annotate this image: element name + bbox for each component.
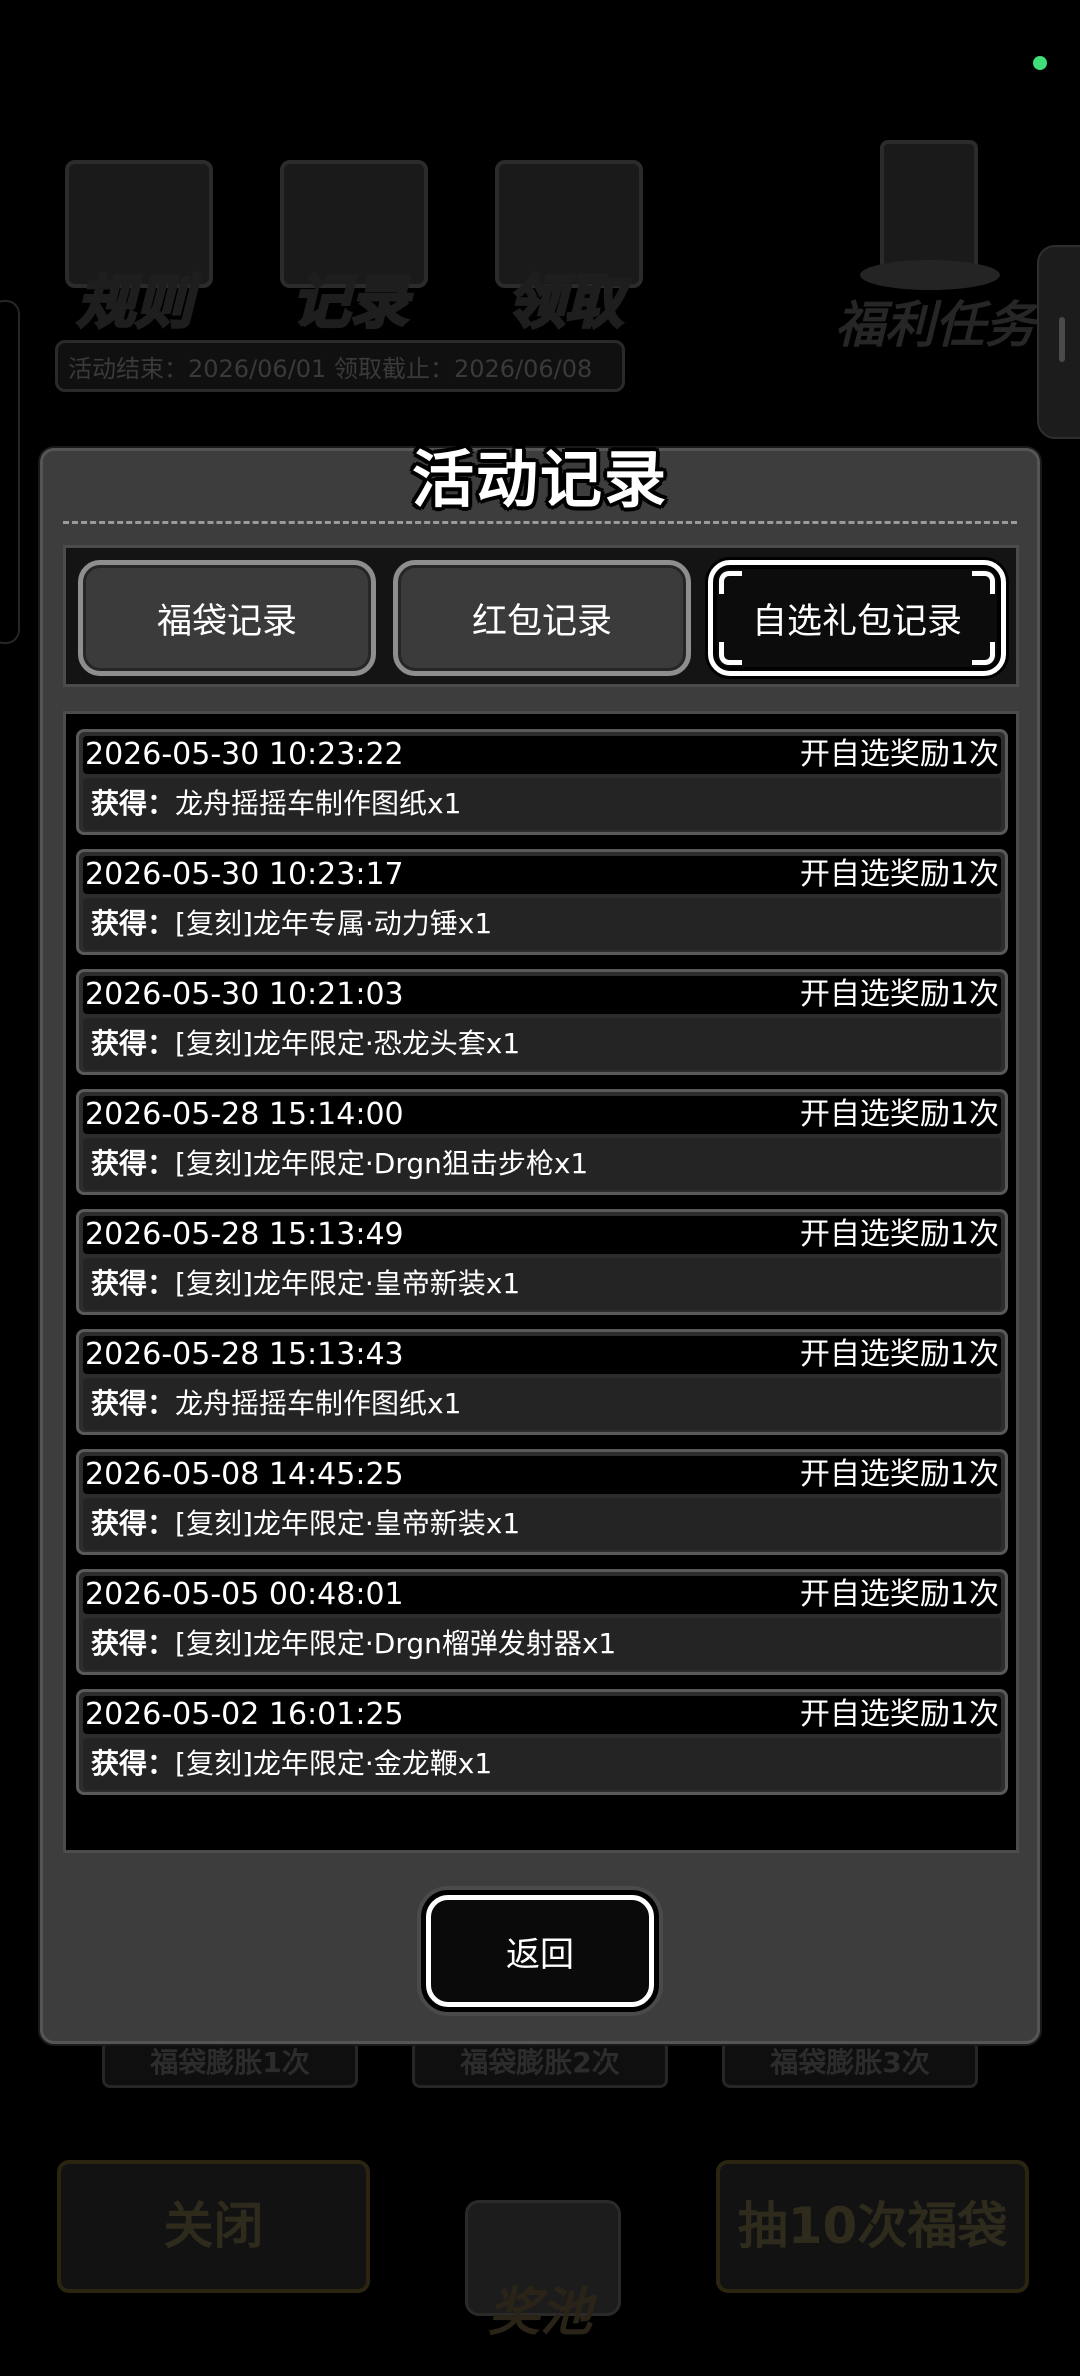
record-type: 开自选奖励1次 [799,977,999,1012]
left-edge-panel [0,300,20,644]
obtained-label: 获得： [91,1027,176,1060]
record-time: 2026-05-30 10:23:17 [85,857,404,892]
record-time: 2026-05-05 00:48:01 [85,1577,404,1612]
rules-label: 规则 [75,267,194,338]
claim-button: 领取 [480,150,650,340]
record-reward: 获得：[复刻]龙年专属·动力锤x1 [91,900,492,948]
title-divider [63,521,1017,524]
corner-bracket-icon [719,642,742,665]
claim-label: 领取 [505,267,624,338]
record-reward: 获得：龙舟摇摇车制作图纸x1 [91,1380,461,1428]
prize-pool-label: 奖池 [487,2283,592,2343]
record-time: 2026-05-28 15:13:49 [85,1217,404,1252]
back-label: 返回 [506,1934,574,1975]
record-reward: 获得：[复刻]龙年限定·皇帝新装x1 [91,1500,520,1548]
modal-title: 活动记录 [411,443,668,516]
event-dates: 活动结束：2026/06/01 领取截止：2026/06/08 [55,340,625,392]
record-type: 开自选奖励1次 [799,1457,999,1492]
corner-bracket-icon [972,571,995,594]
reward-item: [复刻]龙年专属·动力锤x1 [175,907,493,940]
grip-icon [1059,317,1065,362]
record-reward: 获得：[复刻]龙年限定·Drgn狙击步枪x1 [91,1140,588,1188]
tab-label: 红包记录 [471,601,612,642]
expand-chip-2: 福袋膨胀2次 [412,2040,668,2088]
expand-chip-1: 福袋膨胀1次 [102,2040,358,2088]
record-type: 开自选奖励1次 [799,857,999,892]
record-row: 2026-05-30 10:21:03 开自选奖励1次 获得：[复刻]龙年限定·… [76,969,1008,1075]
record-time: 2026-05-30 10:21:03 [85,977,404,1012]
record-row: 2026-05-28 15:14:00 开自选奖励1次 获得：[复刻]龙年限定·… [76,1089,1008,1195]
record-reward: 获得：[复刻]龙年限定·金龙鞭x1 [91,1740,492,1788]
record-reward: 获得：[复刻]龙年限定·Drgn榴弹发射器x1 [91,1620,616,1668]
rules-button: 规则 [50,150,220,340]
record-time: 2026-05-28 15:13:43 [85,1337,404,1372]
record-tabs: 福袋记录 红包记录 自选礼包记录 [63,545,1019,687]
record-row: 2026-05-05 00:48:01 开自选奖励1次 获得：[复刻]龙年限定·… [76,1569,1008,1675]
record-row: 2026-05-30 10:23:22 开自选奖励1次 获得：龙舟摇摇车制作图纸… [76,729,1008,835]
draw-10-button: 抽10次福袋 [716,2160,1029,2293]
record-time: 2026-05-08 14:45:25 [85,1457,404,1492]
reward-item: [复刻]龙年限定·皇帝新装x1 [175,1267,521,1300]
welfare-task-button: 福利任务 [830,140,1035,360]
record-type: 开自选奖励1次 [799,1577,999,1612]
expand-chip-3: 福袋膨胀3次 [722,2040,978,2088]
reward-item: 龙舟摇摇车制作图纸x1 [175,1387,462,1420]
reward-item: [复刻]龙年限定·金龙鞭x1 [175,1747,493,1780]
record-type: 开自选奖励1次 [799,1337,999,1372]
target-scroll-icon [880,140,978,278]
tab-lucky-bag-records[interactable]: 福袋记录 [78,560,376,676]
tab-label: 福袋记录 [156,601,297,642]
records-button: 记录 [265,150,435,340]
obtained-label: 获得： [91,1147,176,1180]
reward-item: [复刻]龙年限定·Drgn榴弹发射器x1 [175,1627,617,1660]
record-type: 开自选奖励1次 [799,1697,999,1732]
record-row: 2026-05-28 15:13:49 开自选奖励1次 获得：[复刻]龙年限定·… [76,1209,1008,1315]
reward-item: [复刻]龙年限定·Drgn狙击步枪x1 [175,1147,589,1180]
record-list[interactable]: 2026-05-30 10:23:22 开自选奖励1次 获得：龙舟摇摇车制作图纸… [63,711,1019,1853]
tab-optional-gift-records[interactable]: 自选礼包记录 [708,560,1006,676]
reward-item: [复刻]龙年限定·恐龙头套x1 [175,1027,521,1060]
corner-bracket-icon [719,571,742,594]
close-button: 关闭 [57,2160,370,2293]
reward-item: [复刻]龙年限定·皇帝新装x1 [175,1507,521,1540]
status-indicator-dot [1033,56,1047,70]
obtained-label: 获得： [91,787,176,820]
record-time: 2026-05-02 16:01:25 [85,1697,404,1732]
obtained-label: 获得： [91,1627,176,1660]
tab-label: 自选礼包记录 [751,601,962,642]
obtained-label: 获得： [91,1507,176,1540]
record-row: 2026-05-30 10:23:17 开自选奖励1次 获得：[复刻]龙年专属·… [76,849,1008,955]
obtained-label: 获得： [91,1267,176,1300]
prize-pool-button: 奖池 [430,2140,650,2343]
records-label: 记录 [290,267,409,338]
record-row: 2026-05-08 14:45:25 开自选奖励1次 获得：[复刻]龙年限定·… [76,1449,1008,1555]
record-type: 开自选奖励1次 [799,1217,999,1252]
activity-records-modal: 活动记录 福袋记录 红包记录 自选礼包记录 2026-05-30 10:23:2… [40,443,1040,2044]
reward-item: 龙舟摇摇车制作图纸x1 [175,787,462,820]
record-reward: 获得：[复刻]龙年限定·皇帝新装x1 [91,1260,520,1308]
obtained-label: 获得： [91,1747,176,1780]
record-type: 开自选奖励1次 [799,737,999,772]
record-row: 2026-05-28 15:13:43 开自选奖励1次 获得：龙舟摇摇车制作图纸… [76,1329,1008,1435]
record-time: 2026-05-30 10:23:22 [85,737,404,772]
record-reward: 获得：龙舟摇摇车制作图纸x1 [91,780,461,828]
corner-bracket-icon [972,642,995,665]
record-reward: 获得：[复刻]龙年限定·恐龙头套x1 [91,1020,520,1068]
back-button[interactable]: 返回 [426,1895,654,2007]
obtained-label: 获得： [91,1387,176,1420]
record-row: 2026-05-02 16:01:25 开自选奖励1次 获得：[复刻]龙年限定·… [76,1689,1008,1795]
record-type: 开自选奖励1次 [799,1097,999,1132]
welfare-task-label: 福利任务 [835,296,1035,354]
tab-red-packet-records[interactable]: 红包记录 [393,560,691,676]
record-time: 2026-05-28 15:14:00 [85,1097,404,1132]
obtained-label: 获得： [91,907,176,940]
side-drawer-handle [1037,245,1080,439]
